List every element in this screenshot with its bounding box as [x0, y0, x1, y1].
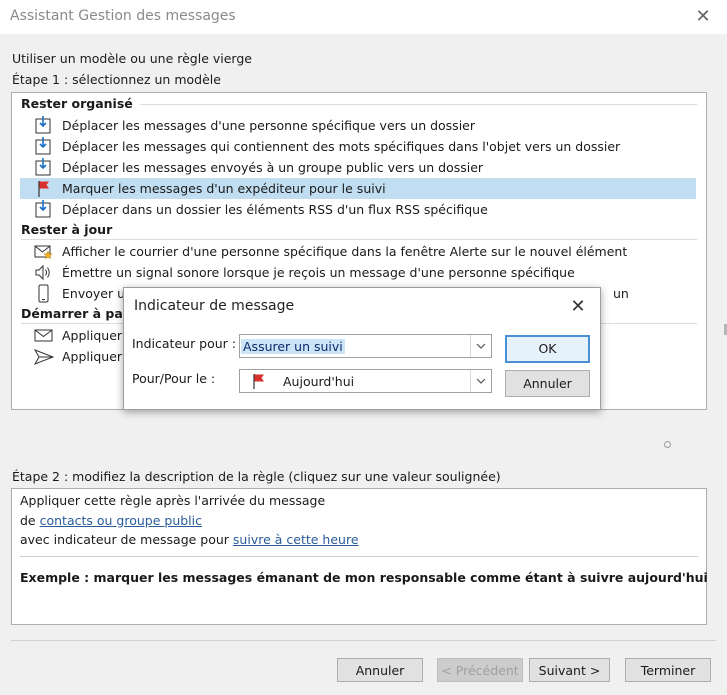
step1-label: Étape 1 : sélectionnez un modèle: [12, 72, 221, 87]
due-date-combobox[interactable]: Aujourd'hui: [239, 369, 492, 393]
template-item[interactable]: Déplacer les messages envoyés à un group…: [20, 157, 696, 178]
flag-for-label: Indicateur pour :: [132, 336, 237, 351]
dialog-close-button[interactable]: ✕: [565, 294, 591, 320]
step2-label: Étape 2 : modifiez la description de la …: [12, 469, 501, 484]
contacts-link[interactable]: contacts ou groupe public: [40, 513, 202, 528]
template-item-selected[interactable]: Marquer les messages d'un expéditeur pou…: [20, 178, 696, 199]
move-to-folder-icon: [34, 158, 54, 177]
rule-line-condition: Appliquer cette règle après l'arrivée du…: [20, 493, 326, 508]
next-button[interactable]: Suivant >: [529, 658, 610, 682]
envelope-icon: [34, 326, 54, 345]
dialog-title: Indicateur de message: [134, 298, 295, 314]
template-item[interactable]: Déplacer dans un dossier les éléments RS…: [20, 199, 696, 220]
move-to-folder-icon: [34, 200, 54, 219]
rule-line-flag: avec indicateur de message pour suivre à…: [20, 532, 359, 547]
template-item[interactable]: Émettre un signal sonore lorsque je reço…: [20, 262, 696, 283]
template-item[interactable]: Déplacer les messages qui contiennent de…: [20, 136, 696, 157]
group-header-organized: Rester organisé: [21, 96, 133, 111]
group-header-up-to-date: Rester à jour: [21, 222, 113, 237]
footer-divider: [11, 640, 716, 641]
chevron-down-icon[interactable]: [470, 335, 491, 357]
move-to-folder-icon: [34, 116, 54, 135]
red-flag-icon: [251, 373, 269, 393]
flag-for-value: Assurer un suivi: [241, 339, 345, 354]
template-item[interactable]: Déplacer les messages d'une personne spé…: [20, 115, 696, 136]
red-flag-icon: [34, 179, 54, 198]
rule-separator: [20, 556, 698, 557]
close-icon: ✕: [695, 6, 711, 27]
flag-for-combobox[interactable]: Assurer un suivi: [239, 334, 492, 358]
follow-up-time-link[interactable]: suivre à cette heure: [233, 532, 359, 547]
previous-button[interactable]: < Précédent: [437, 658, 523, 682]
template-subtitle: Utiliser un modèle ou une règle vierge: [12, 51, 252, 66]
due-date-value: Aujourd'hui: [283, 374, 355, 389]
group-divider: [140, 104, 697, 105]
due-date-label: Pour/Pour le :: [132, 371, 216, 386]
mobile-phone-icon: [34, 284, 54, 303]
group-divider: [21, 239, 697, 240]
dialog-cancel-button[interactable]: Annuler: [505, 370, 590, 397]
rule-line-from: de contacts ou groupe public: [20, 513, 202, 528]
close-icon: ✕: [570, 296, 586, 317]
title-bar: Assistant Gestion des messages ✕: [0, 0, 727, 34]
window-title: Assistant Gestion des messages: [10, 8, 236, 24]
template-item[interactable]: Afficher le courrier d'une personne spéc…: [20, 241, 696, 262]
chevron-down-icon[interactable]: [470, 370, 491, 392]
rule-example: Exemple : marquer les messages émanant d…: [20, 570, 708, 585]
flag-dialog: Indicateur de message ✕ Indicateur pour …: [123, 287, 601, 410]
window-close-button[interactable]: ✕: [690, 4, 716, 30]
group-header-start-from: Démarrer à parti: [21, 306, 140, 321]
speaker-icon: [34, 263, 54, 282]
resize-indicator: [664, 441, 671, 448]
finish-button[interactable]: Terminer: [625, 658, 711, 682]
ok-button[interactable]: OK: [505, 335, 590, 363]
send-icon: [33, 347, 55, 366]
cancel-button[interactable]: Annuler: [337, 658, 423, 682]
envelope-star-icon: [34, 242, 54, 261]
rule-description-box: Appliquer cette règle après l'arrivée du…: [11, 488, 708, 625]
move-to-folder-icon: [34, 137, 54, 156]
